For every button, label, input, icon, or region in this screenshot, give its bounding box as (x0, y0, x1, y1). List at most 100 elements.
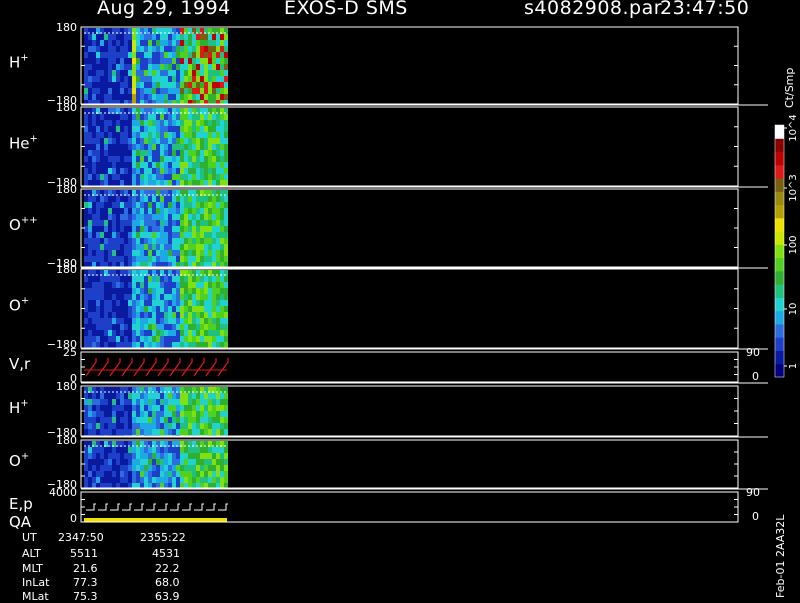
heatmap-cell (184, 312, 188, 318)
heatmap-cell (124, 483, 128, 488)
heatmap-cell (216, 429, 220, 435)
heatmap-cell (204, 144, 208, 150)
heatmap-cell (128, 447, 132, 453)
heatmap-cell (212, 162, 216, 168)
heatmap-cell (156, 399, 160, 405)
heatmap-cell (204, 100, 208, 104)
colorbar: 11010010^310^4 (774, 114, 799, 378)
heatmap-cell (108, 282, 112, 288)
heatmap-cell (100, 132, 104, 138)
heatmap-cell (132, 447, 136, 453)
heatmap-cell (92, 168, 96, 174)
heatmap-cell (148, 214, 152, 220)
heatmap-cell (156, 312, 160, 318)
heatmap-cell (224, 208, 228, 214)
heatmap-cell (144, 324, 148, 330)
heatmap-cell (156, 88, 160, 94)
heatmap-cell (92, 256, 96, 262)
heatmap-cell (204, 250, 208, 256)
heatmap-cell (200, 294, 204, 300)
heatmap-cell (164, 180, 168, 186)
heatmap-cell (120, 70, 124, 76)
heatmap-cell (188, 312, 192, 318)
heatmap-cell (204, 324, 208, 330)
heatmap-cell (180, 312, 184, 318)
heatmap-cell (164, 324, 168, 330)
heatmap-cell (112, 126, 116, 132)
heatmap-cell (132, 423, 136, 429)
heatmap-cell (184, 58, 188, 64)
heatmap-cell (176, 174, 180, 180)
heatmap-cell (176, 312, 180, 318)
heatmap-cell (204, 226, 208, 232)
heatmap-cell (224, 417, 228, 423)
heatmap-cell (132, 276, 136, 282)
heatmap-cell (164, 238, 168, 244)
heatmap-cell (116, 244, 120, 250)
heatmap-cell (180, 132, 184, 138)
heatmap-cell (148, 324, 152, 330)
heatmap-cell (108, 312, 112, 318)
heatmap-cell (160, 132, 164, 138)
heatmap-cell (156, 150, 160, 156)
ephemeris-label-mlt: MLT (22, 562, 43, 575)
heatmap-cell (192, 132, 196, 138)
heatmap-cell (116, 82, 120, 88)
heatmap-cell (164, 76, 168, 82)
heatmap-cell (144, 471, 148, 477)
heatmap-cell (104, 282, 108, 288)
heatmap-cell (188, 342, 192, 348)
heatmap-cell (184, 82, 188, 88)
heatmap-cell (84, 76, 88, 82)
heatmap-cell (172, 88, 176, 94)
heatmap-cell (196, 483, 200, 488)
heatmap-cell (148, 250, 152, 256)
heatmap-cell (216, 226, 220, 232)
heatmap-cell (204, 232, 208, 238)
heatmap-cell (164, 423, 168, 429)
heatmap-cell (108, 100, 112, 104)
heatmap-cell (196, 150, 200, 156)
heatmap-cell (216, 88, 220, 94)
heatmap-cell (132, 306, 136, 312)
heatmap-cell (168, 453, 172, 459)
heatmap-cell (128, 288, 132, 294)
heatmap-cell (112, 405, 116, 411)
heatmap-cell (100, 336, 104, 342)
heatmap-cell (140, 58, 144, 64)
heatmap-cell (128, 46, 132, 52)
heatmap-cell (100, 58, 104, 64)
heatmap-cell (208, 180, 212, 186)
heatmap-cell (180, 300, 184, 306)
heatmap-cell (88, 64, 92, 70)
heatmap-cell (148, 232, 152, 238)
heatmap-cell (140, 405, 144, 411)
heatmap-cell (172, 300, 176, 306)
heatmap-cell (180, 336, 184, 342)
heatmap-cell (180, 459, 184, 465)
heatmap-cell (220, 156, 224, 162)
heatmap-cell (180, 208, 184, 214)
heatmap-cell (204, 256, 208, 262)
heatmap-cell (108, 399, 112, 405)
heatmap-cell (148, 417, 152, 423)
heatmap-cell (128, 423, 132, 429)
heatmap-cell (144, 202, 148, 208)
heatmap-cell (220, 226, 224, 232)
heatmap-cell (196, 132, 200, 138)
heatmap-cell (100, 82, 104, 88)
heatmap-cell (200, 342, 204, 348)
heatmap-cell (216, 196, 220, 202)
heatmap-cell (112, 156, 116, 162)
heatmap-cell (124, 120, 128, 126)
heatmap-cell (192, 34, 196, 40)
heatmap-cell (112, 282, 116, 288)
heatmap-cell (148, 262, 152, 267)
heatmap-cell (204, 465, 208, 471)
heatmap-cell (184, 144, 188, 150)
heatmap-cell (188, 52, 192, 58)
heatmap-cell (164, 132, 168, 138)
heatmap-cell (200, 393, 204, 399)
heatmap-cell (104, 483, 108, 488)
heatmap-cell (88, 282, 92, 288)
